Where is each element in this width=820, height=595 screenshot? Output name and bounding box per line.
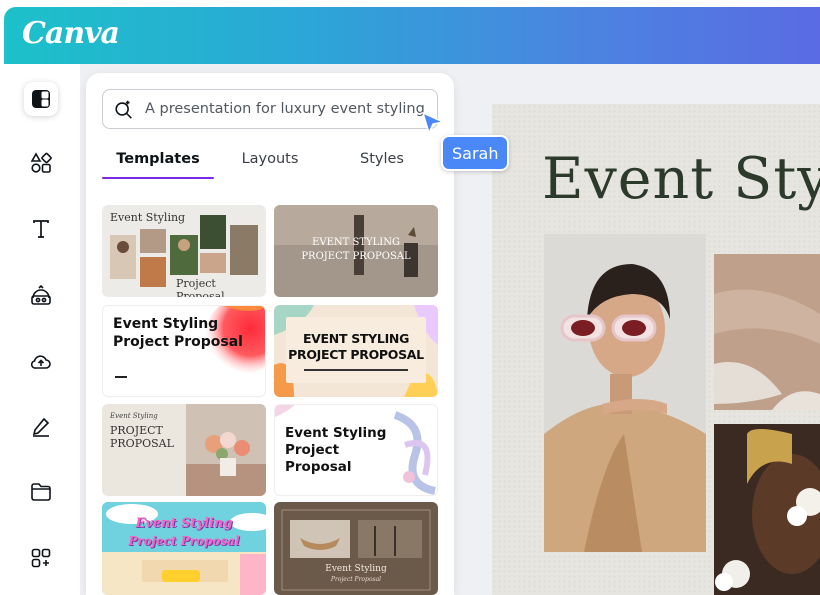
draw-button[interactable]: [24, 409, 58, 443]
template-title: Event Styling: [113, 316, 219, 332]
elements-icon: [30, 152, 52, 173]
template-card[interactable]: EVENT STYLING PROJECT PROPOSAL: [274, 205, 438, 297]
canvas-photos: [544, 234, 820, 595]
active-tab-indicator: [102, 177, 214, 179]
template-title: Event Styling: [285, 425, 387, 441]
template-subtitle-2: PROPOSAL: [110, 437, 174, 450]
template-subtitle: PROJECT PROPOSAL: [301, 251, 411, 262]
template-title: Event Styling: [110, 211, 186, 224]
template-title: EVENT STYLING: [312, 237, 400, 248]
magic-search-icon: [115, 100, 132, 119]
texture-photo[interactable]: [714, 254, 820, 410]
pen-icon: [32, 417, 50, 437]
template-card[interactable]: Event Styling Project Proposal: [274, 404, 438, 496]
elements-button[interactable]: [24, 146, 58, 180]
design-button[interactable]: [24, 82, 58, 116]
panel-tabs: Templates Layouts Styles: [102, 151, 438, 181]
template-subtitle-2: Proposal: [285, 459, 352, 475]
collaborator-label: Sarah: [441, 135, 510, 171]
tab-styles[interactable]: Styles: [326, 151, 438, 167]
model-photo[interactable]: [714, 424, 820, 595]
template-subtitle: Project Proposal: [113, 334, 243, 350]
text-icon: [33, 220, 49, 238]
collaborator-cursor-icon: [421, 111, 446, 136]
template-card[interactable]: Event Styling Project Proposal: [102, 205, 266, 297]
template-subtitle: Project Proposal: [176, 277, 225, 297]
brand-button[interactable]: [24, 278, 58, 312]
side-nav: [4, 64, 80, 595]
magic-search-input[interactable]: A presentation for luxury event styling: [102, 89, 438, 129]
template-subtitle: Project: [285, 442, 340, 458]
uploads-button[interactable]: [24, 344, 58, 378]
template-card[interactable]: EVENT STYLING PROJECT PROPOSAL: [274, 305, 438, 397]
template-card[interactable]: Event Styling Project Proposal: [102, 502, 266, 595]
template-card[interactable]: Event Styling Project Proposal: [274, 502, 438, 595]
canva-logo[interactable]: Canva: [22, 16, 120, 51]
brand-icon: [31, 284, 51, 305]
template-subtitle: Project Proposal: [330, 576, 382, 583]
template-subtitle: PROJECT PROPOSAL: [288, 347, 424, 362]
apps-icon: [31, 548, 51, 568]
template-subtitle: PROJECT: [110, 424, 163, 437]
template-title: Event Styling: [110, 412, 158, 420]
template-card[interactable]: Event Styling Project Proposal: [102, 305, 266, 397]
text-button[interactable]: [24, 212, 58, 246]
design-canvas[interactable]: Event Styling: [492, 104, 820, 595]
template-subtitle: Project Proposal: [128, 534, 240, 548]
projects-button[interactable]: [24, 475, 58, 509]
tab-templates[interactable]: Templates: [102, 151, 214, 167]
template-title: Event Styling: [135, 516, 233, 531]
template-title: Event Styling: [325, 564, 387, 574]
template-title: EVENT STYLING: [302, 331, 410, 346]
canva-editor: Canva Event Sty A presentation for luxur…: [0, 0, 820, 595]
tab-layouts[interactable]: Layouts: [214, 151, 326, 167]
template-card[interactable]: Event Styling PROJECT PROPOSAL: [102, 404, 266, 496]
folder-icon: [31, 483, 51, 501]
top-bar: Canva: [4, 7, 820, 64]
design-icon: [32, 90, 50, 108]
portrait-photo[interactable]: [544, 234, 706, 552]
apps-button[interactable]: [24, 541, 58, 575]
search-placeholder: A presentation for luxury event styling: [145, 101, 425, 117]
cloud-upload-icon: [30, 355, 51, 369]
templates-panel: A presentation for luxury event styling …: [86, 73, 454, 595]
